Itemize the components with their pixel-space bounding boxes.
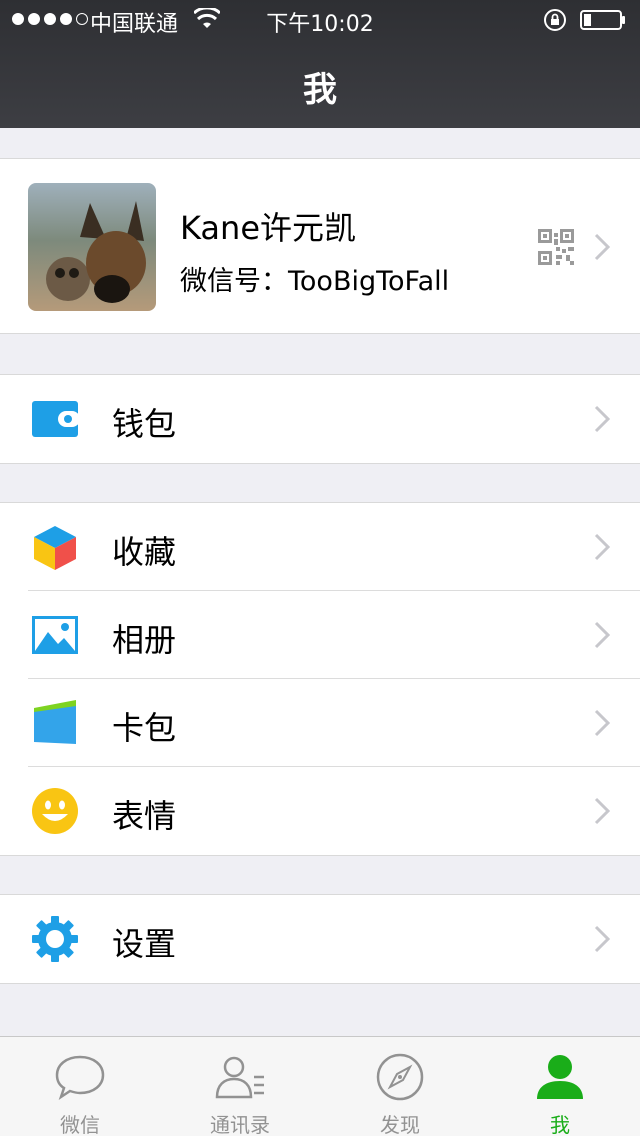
menu-label: 相册 (112, 621, 177, 659)
tab-label: 我 (550, 1113, 570, 1136)
profile-cell[interactable]: Kane许元凯 微信号：TooBigToFall (0, 158, 640, 334)
tab-bar: 微信 通讯录 发现 我 (0, 1036, 640, 1136)
menu-item-album[interactable]: 相册 (0, 591, 640, 679)
chevron-right-icon (594, 621, 610, 649)
menu-label: 表情 (112, 797, 177, 835)
menu-label: 收藏 (112, 533, 177, 571)
profile-wechat-id: 微信号：TooBigToFall (180, 259, 449, 298)
menu-item-wallet[interactable]: 钱包 (0, 375, 640, 463)
chevron-right-icon (594, 405, 610, 433)
wechat-id-label: 微信号： (180, 266, 288, 297)
menu-item-cards[interactable]: 卡包 (0, 679, 640, 767)
cube-icon (34, 526, 76, 570)
chevron-right-icon (594, 925, 610, 953)
contacts-icon (215, 1056, 264, 1099)
chat-bubble-icon (55, 1055, 105, 1101)
chevron-right-icon (594, 533, 610, 561)
status-bar: 中国联通 下午10:02 (0, 0, 640, 40)
settings-group: 设置 (0, 894, 640, 984)
tab-label: 微信 (60, 1113, 100, 1136)
smiley-icon (32, 788, 78, 834)
page-title: 我 (303, 70, 337, 110)
rotation-lock-icon (544, 9, 566, 31)
tab-label: 发现 (380, 1113, 420, 1136)
qr-code-icon[interactable] (538, 229, 574, 265)
menu-item-settings[interactable]: 设置 (0, 895, 640, 983)
chevron-right-icon (594, 233, 610, 261)
chevron-right-icon (594, 797, 610, 825)
tab-label: 通讯录 (210, 1113, 270, 1136)
tab-me[interactable]: 我 (480, 1037, 640, 1136)
top-bar: 中国联通 下午10:02 我 (0, 0, 640, 128)
wallet-group: 钱包 (0, 374, 640, 464)
menu-label: 钱包 (112, 405, 177, 443)
wechat-id-value: TooBigToFall (288, 266, 450, 297)
tab-chats[interactable]: 微信 (0, 1037, 160, 1136)
menu-label: 卡包 (112, 709, 177, 747)
compass-icon (376, 1053, 424, 1101)
wallet-icon (32, 401, 78, 437)
card-icon (34, 700, 76, 744)
avatar[interactable] (28, 183, 156, 311)
gear-icon (32, 916, 78, 962)
chevron-right-icon (594, 709, 610, 737)
battery-icon (580, 10, 625, 30)
features-group: 收藏 相册 卡包 表情 (0, 502, 640, 856)
menu-item-favorites[interactable]: 收藏 (0, 503, 640, 591)
tab-contacts[interactable]: 通讯录 (160, 1037, 320, 1136)
menu-item-stickers[interactable]: 表情 (0, 767, 640, 855)
tab-discover[interactable]: 发现 (320, 1037, 480, 1136)
person-icon (537, 1055, 583, 1099)
profile-name: Kane许元凯 (180, 209, 357, 247)
menu-label: 设置 (112, 925, 177, 963)
photo-icon (32, 616, 78, 654)
